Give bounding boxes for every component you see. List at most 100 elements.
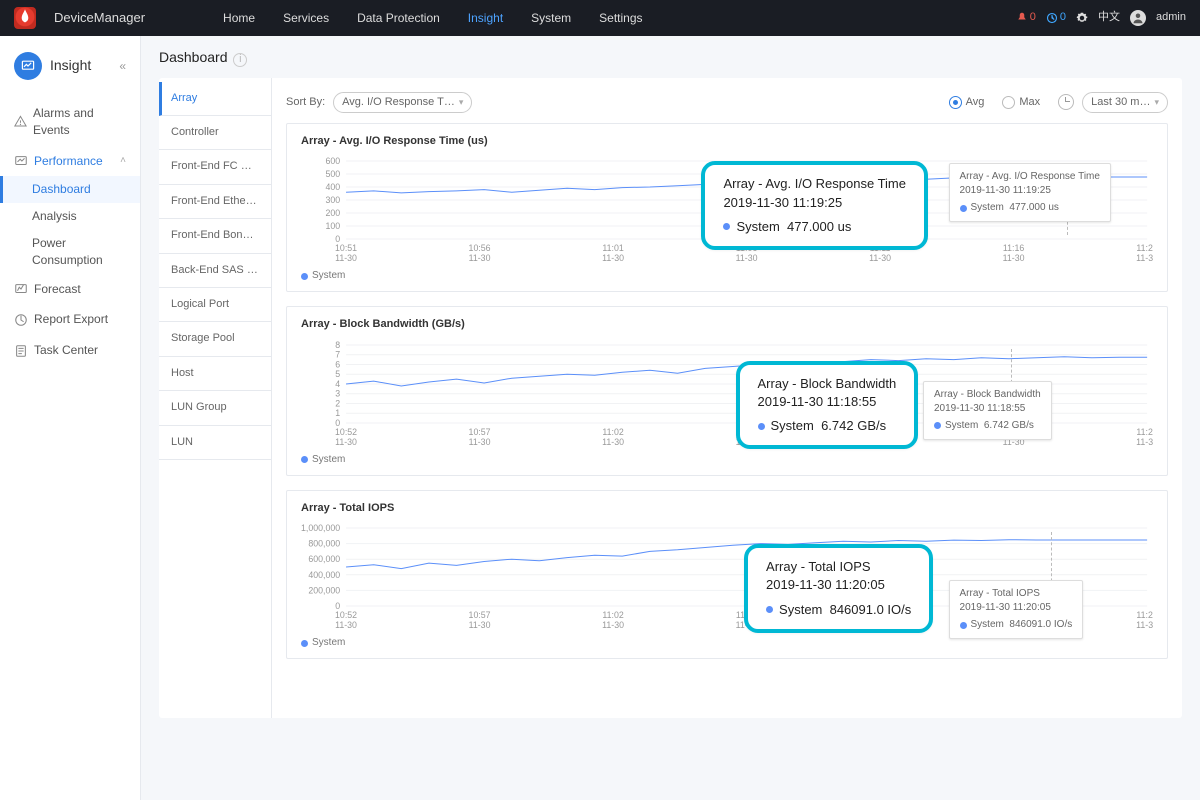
sidebar: Insight « Alarms and EventsPerformance˄D… (0, 36, 141, 800)
svg-text:11-30: 11-30 (1136, 437, 1153, 447)
brand-title: DeviceManager (54, 9, 145, 27)
svg-text:11-30: 11-30 (869, 253, 891, 263)
user-icon[interactable] (1130, 10, 1146, 26)
sidebar-item-forecast[interactable]: Forecast (0, 274, 140, 305)
tab-front-end-ethernet-port[interactable]: Front-End Ethernet Port (159, 185, 271, 219)
svg-text:5: 5 (335, 369, 340, 379)
svg-text:2: 2 (335, 398, 340, 408)
sidebar-icon (14, 154, 28, 168)
tab-back-end-sas-port[interactable]: Back-End SAS Port (159, 254, 271, 288)
svg-text:11:01: 11:01 (602, 243, 623, 253)
chart-legend[interactable]: System (301, 453, 1153, 467)
sidebar-item-performance[interactable]: Performance˄ (0, 146, 140, 177)
tab-host[interactable]: Host (159, 357, 271, 391)
svg-text:11-30: 11-30 (869, 437, 891, 447)
svg-text:11-30: 11-30 (1003, 253, 1025, 263)
svg-text:1: 1 (335, 408, 340, 418)
svg-text:100: 100 (325, 221, 340, 231)
chart-plot[interactable]: 01234567810:5211-3010:5711-3011:0211-301… (301, 339, 1153, 449)
timerange-select[interactable]: Last 30 m…▾ (1082, 92, 1168, 113)
svg-text:11:06: 11:06 (736, 243, 757, 253)
timerange-icon[interactable] (1058, 94, 1074, 110)
charts-area: Sort By: Avg. I/O Response T…▾ Avg Max L… (272, 78, 1182, 718)
svg-text:400: 400 (325, 182, 340, 192)
svg-text:11:22: 11:22 (1136, 427, 1153, 437)
svg-text:300: 300 (325, 195, 340, 205)
tab-lun[interactable]: LUN (159, 426, 271, 460)
alerts-badge[interactable]: 0 (1016, 10, 1036, 25)
sidebar-collapse-icon[interactable]: « (119, 58, 126, 75)
jobs-badge[interactable]: 0 (1046, 10, 1066, 25)
svg-text:8: 8 (335, 340, 340, 350)
radio-avg[interactable]: Avg (949, 95, 985, 110)
tab-array[interactable]: Array (159, 82, 271, 116)
topmenu-settings[interactable]: Settings (599, 10, 642, 27)
radio-max[interactable]: Max (1002, 95, 1040, 110)
sidebar-item-report-export[interactable]: Report Export (0, 304, 140, 335)
topmenu-insight[interactable]: Insight (468, 10, 503, 27)
svg-text:1,000,000: 1,000,000 (301, 523, 340, 533)
sidebar-icon (14, 313, 28, 327)
sidebar-title: Insight (50, 56, 91, 76)
svg-text:11:12: 11:12 (869, 610, 890, 620)
series-dot-icon (301, 273, 308, 280)
tab-controller[interactable]: Controller (159, 116, 271, 150)
tab-front-end-bond-port[interactable]: Front-End Bond Port (159, 219, 271, 253)
sidebar-item-alarms-and-events[interactable]: Alarms and Events (0, 98, 140, 146)
info-icon[interactable]: i (233, 53, 247, 67)
svg-text:11-30: 11-30 (469, 437, 491, 447)
chart-plot[interactable]: 0200,000400,000600,000800,0001,000,00010… (301, 522, 1153, 632)
tab-storage-pool[interactable]: Storage Pool (159, 322, 271, 356)
svg-text:11:22: 11:22 (1136, 610, 1153, 620)
svg-text:11-30: 11-30 (335, 620, 357, 630)
svg-text:11:02: 11:02 (602, 427, 623, 437)
tab-logical-port[interactable]: Logical Port (159, 288, 271, 322)
lang-switch[interactable]: 中文 (1098, 10, 1120, 25)
sidebar-icon (14, 344, 28, 358)
chart-title: Array - Total IOPS (301, 501, 1153, 516)
svg-text:6: 6 (335, 359, 340, 369)
svg-text:10:52: 10:52 (335, 610, 357, 620)
topmenu-data-protection[interactable]: Data Protection (357, 10, 440, 27)
svg-text:11:07: 11:07 (736, 427, 757, 437)
chart-title: Array - Avg. I/O Response Time (us) (301, 134, 1153, 149)
sidebar-sub-power-consumption[interactable]: Power Consumption (0, 230, 140, 274)
sidebar-item-task-center[interactable]: Task Center (0, 335, 140, 366)
chart-plot[interactable]: 010020030040050060010:5111-3010:5611-301… (301, 155, 1153, 265)
sidebar-sub-analysis[interactable]: Analysis (0, 203, 140, 230)
settings-icon[interactable] (1076, 12, 1088, 24)
series-dot-icon (301, 456, 308, 463)
chart-legend[interactable]: System (301, 269, 1153, 283)
page-title: Dashboard i (159, 46, 1182, 78)
chevron-up-icon: ˄ (120, 154, 126, 168)
sidebar-icon (14, 115, 27, 129)
user-name[interactable]: admin (1156, 10, 1186, 25)
svg-text:11:12: 11:12 (869, 427, 890, 437)
svg-text:3: 3 (335, 388, 340, 398)
chart-card-0: Array - Avg. I/O Response Time (us)01002… (286, 123, 1168, 292)
tab-lun-group[interactable]: LUN Group (159, 391, 271, 425)
svg-text:500: 500 (325, 169, 340, 179)
svg-text:11-30: 11-30 (469, 620, 491, 630)
topmenu-home[interactable]: Home (223, 10, 255, 27)
tab-front-end-fc-port[interactable]: Front-End FC Port (159, 150, 271, 184)
chevron-down-icon: ▾ (459, 96, 464, 109)
svg-text:800,000: 800,000 (308, 539, 340, 549)
svg-text:11-30: 11-30 (1136, 620, 1153, 630)
bell-icon (1016, 12, 1028, 24)
svg-text:11-30: 11-30 (869, 620, 891, 630)
svg-text:11:02: 11:02 (602, 610, 623, 620)
series-dot-icon (301, 640, 308, 647)
chart-tooltip: Array - Block Bandwidth2019-11-30 11:18:… (923, 381, 1052, 440)
topmenu-services[interactable]: Services (283, 10, 329, 27)
chart-tooltip: Array - Total IOPS2019-11-30 11:20:05Sys… (949, 580, 1084, 639)
sortby-select[interactable]: Avg. I/O Response T…▾ (333, 92, 472, 113)
svg-text:11:11: 11:11 (870, 243, 891, 253)
svg-text:11-30: 11-30 (736, 253, 758, 263)
topmenu-system[interactable]: System (531, 10, 571, 27)
sidebar-sub-dashboard[interactable]: Dashboard (0, 176, 140, 203)
svg-text:11-30: 11-30 (602, 620, 624, 630)
svg-text:10:56: 10:56 (469, 243, 491, 253)
chart-card-2: Array - Total IOPS0200,000400,000600,000… (286, 490, 1168, 659)
svg-text:600: 600 (325, 156, 340, 166)
